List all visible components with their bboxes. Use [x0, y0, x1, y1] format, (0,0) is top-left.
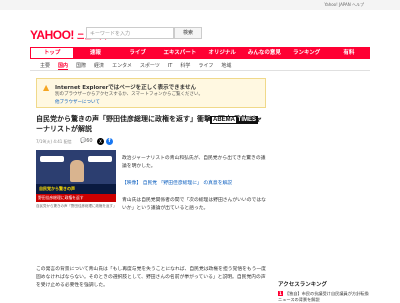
subnav-item-it[interactable]: IT: [168, 61, 173, 70]
subnav-item-local[interactable]: 地域: [221, 61, 231, 70]
rank-text: 【独自】市民の抗議受け自民議員が方針転換 ニュースの背景を解説: [278, 291, 369, 302]
article-paragraph-2: 青山氏は自民党関係者の間で「次の総理は野田さんがいいのではないか」という議論が出…: [122, 198, 266, 211]
video-band-text: 自民党から驚きの声: [39, 186, 75, 191]
nav-item-original[interactable]: オリジナル: [201, 47, 243, 59]
video-caption: 野田佳彦総理に政権を返す: [36, 194, 116, 202]
site-header: YAHOO! ニュース キーワードを入力 検索: [0, 10, 400, 44]
subnav-item-economy[interactable]: 経済: [94, 61, 104, 70]
utility-links[interactable]: Yahoo! JAPAN ヘルプ: [324, 2, 364, 8]
video-bubble-right: [88, 156, 112, 162]
article-date: 7/19(火) 4:41 配信: [36, 139, 72, 144]
nav-item-ranking[interactable]: ランキング: [286, 47, 328, 59]
subnav-item-sports[interactable]: スポーツ: [140, 61, 160, 70]
warning-link[interactable]: 他ブラウザーについて: [55, 99, 100, 105]
subnav-item-domestic[interactable]: 国内: [58, 61, 69, 70]
nav-item-opinions[interactable]: みんなの意見: [243, 47, 285, 59]
share-facebook-icon[interactable]: f: [106, 138, 113, 145]
article-paragraph-3: この発言の背景について青山氏は「もし再度与党を失うことになれば、自民党は政権を担…: [36, 267, 266, 288]
ranking-title: アクセスランキング: [278, 282, 328, 288]
article-video-thumbnail[interactable]: 自民党から驚きの声 野田佳彦総理に政権を返す: [36, 150, 116, 202]
rank-number: 1: [278, 291, 283, 296]
ranking-item[interactable]: 1 【独自】市民の抗議受け自民議員が方針転換 ニュースの背景を解説: [278, 291, 370, 303]
share-x-icon[interactable]: X: [97, 138, 104, 145]
nav-item-paid[interactable]: 有料: [328, 47, 370, 59]
video-person: [70, 160, 84, 182]
search-input[interactable]: キーワードを入力: [86, 27, 174, 39]
video-credit: 自民党から驚きの声「野田佳彦総理に政権を返す」: [36, 204, 117, 208]
nav-item-live[interactable]: ライブ: [117, 47, 159, 59]
source-logo[interactable]: ABEMA TIMES: [210, 116, 259, 124]
article-paragraph-1: 政治ジャーナリストの青山和弘氏が、自民党から出てきた驚きの議論を明かした。: [122, 156, 266, 169]
browser-warning: ▲ Internet Explorerではページを正しく表示できません 別のブラ…: [36, 78, 266, 108]
subnav-item-science[interactable]: 科学: [180, 61, 190, 70]
main-nav: トップ 速報 ライブ エキスパート オリジナル みんなの意見 ランキング 有料: [30, 47, 370, 59]
nav-item-expert[interactable]: エキスパート: [159, 47, 201, 59]
related-video-link[interactable]: 【映像】 自民党 「野田佳彦総理に」 の真意を解説: [122, 180, 267, 188]
warning-icon: ▲: [43, 83, 50, 92]
video-bubble-left: [40, 156, 64, 162]
subnav-item-life[interactable]: ライフ: [198, 61, 213, 70]
nav-item-top[interactable]: トップ: [30, 47, 75, 59]
subnav-item-entertainment[interactable]: エンタメ: [112, 61, 132, 70]
search-button[interactable]: 検索: [174, 27, 202, 39]
warning-title: Internet Explorerではページを正しく表示できません: [55, 85, 197, 91]
comment-count[interactable]: 💬60: [80, 138, 93, 144]
category-subnav: 主要 国内 国際 経済 エンタメ スポーツ IT 科学 ライフ 地域: [30, 61, 370, 71]
subnav-item-main[interactable]: 主要: [40, 61, 50, 70]
nav-item-breaking[interactable]: 速報: [74, 47, 116, 59]
warning-text: 別のブラウザーからアクセスするか、スマートフォンからご覧ください。: [55, 92, 204, 97]
subnav-item-international[interactable]: 国際: [76, 61, 86, 70]
